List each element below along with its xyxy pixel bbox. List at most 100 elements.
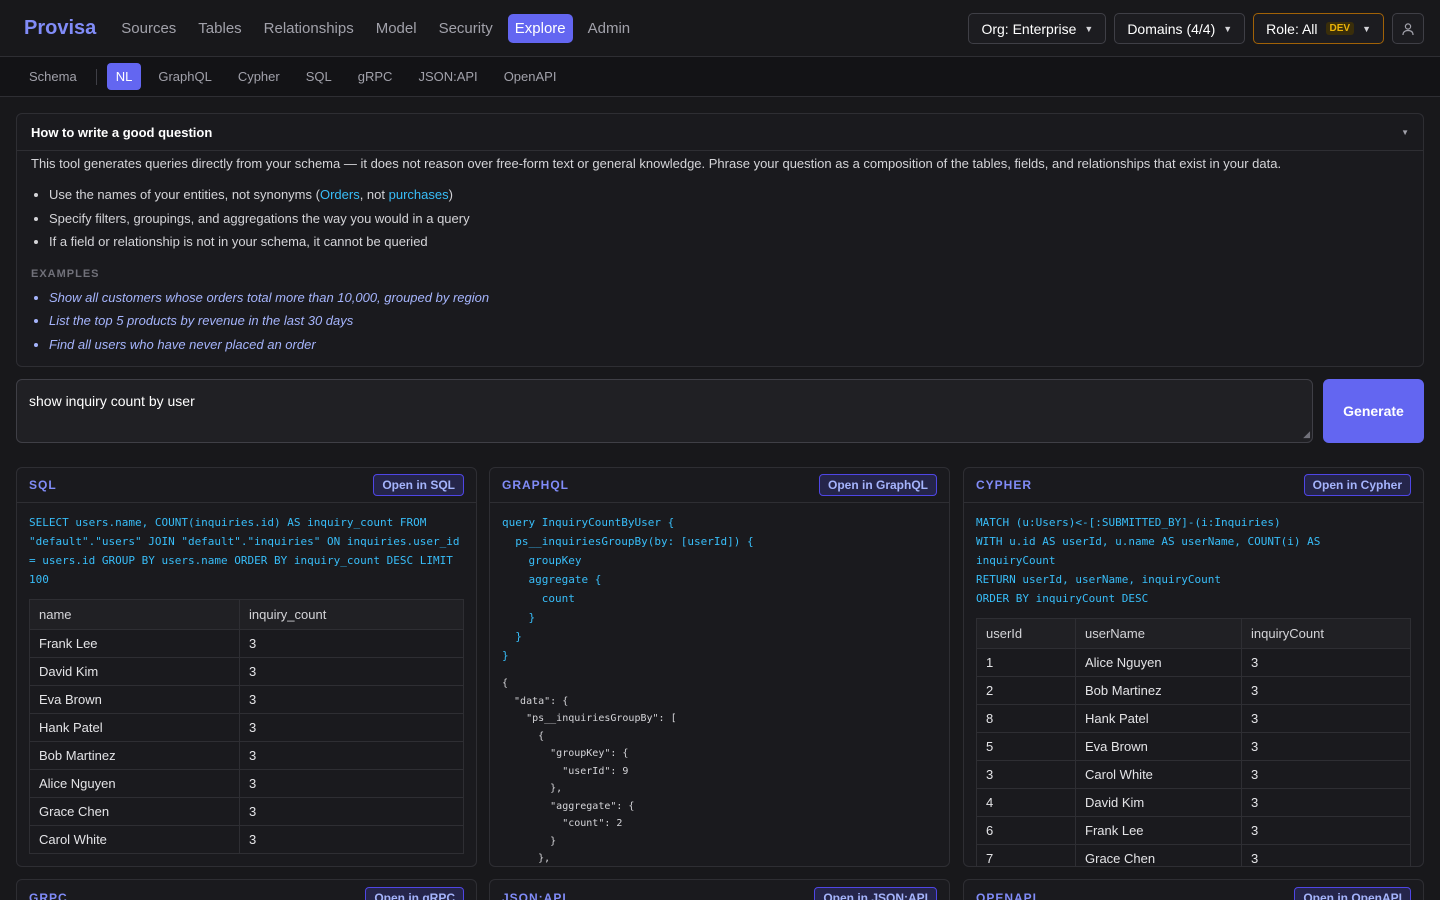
table-cell: 5 — [976, 732, 1076, 761]
open-in-graphql-button[interactable]: Open in GraphQL — [818, 474, 937, 496]
org-selector[interactable]: Org: Enterprise ▼ — [968, 13, 1107, 44]
table-cell: Carol White — [1075, 760, 1242, 789]
column-header: name — [29, 599, 240, 630]
orders-link[interactable]: Orders — [320, 187, 360, 202]
table-row: Eva Brown 3 — [29, 685, 464, 714]
table-row: 4 David Kim 3 — [976, 788, 1411, 817]
table-cell: 3 — [239, 629, 464, 658]
results-table-wrap[interactable]: name inquiry_count Frank Lee 3 David Kim 3 E… — [17, 589, 476, 854]
howto-body: This tool generates queries directly fro… — [17, 151, 1423, 356]
table-cell: Bob Martinez — [29, 741, 240, 770]
panel-header: OPENAPI Open in OpenAPI — [964, 880, 1423, 900]
open-in-openapi-button[interactable]: Open in OpenAPI — [1294, 886, 1411, 900]
table-cell: 6 — [976, 816, 1076, 845]
open-in-jsonapi-button[interactable]: Open in JSON:API — [814, 886, 937, 900]
nav-relationships[interactable]: Relationships — [257, 14, 361, 43]
jsonapi-panel: JSON:API Open in JSON:API — [489, 879, 950, 900]
panel-title: CYPHER — [976, 478, 1033, 492]
open-in-sql-button[interactable]: Open in SQL — [373, 474, 464, 496]
table-cell: 3 — [1241, 816, 1411, 845]
grpc-panel: GRPC Open in gRPC — [16, 879, 477, 900]
table-cell: 3 — [239, 769, 464, 798]
howto-header[interactable]: How to write a good question ▼ — [17, 114, 1423, 151]
panel-title: JSON:API — [502, 890, 567, 900]
table-cell: 3 — [239, 685, 464, 714]
top-navbar: Provisa Sources Tables Relationships Mod… — [0, 0, 1440, 57]
table-cell: Grace Chen — [1075, 844, 1242, 866]
tab-cypher[interactable]: Cypher — [229, 63, 289, 90]
example-item[interactable]: List the top 5 products by revenue in th… — [49, 309, 1409, 333]
nav-explore[interactable]: Explore — [507, 13, 573, 43]
nav-security[interactable]: Security — [432, 14, 500, 43]
column-header: inquiryCount — [1241, 618, 1411, 649]
table-header-row: userId userName inquiryCount — [976, 618, 1411, 649]
table-cell: 2 — [976, 676, 1076, 705]
table-cell: 3 — [1241, 788, 1411, 817]
sql-results-table: name inquiry_count Frank Lee 3 David Kim 3 E… — [29, 599, 464, 854]
sql-panel: SQL Open in SQL SELECT users.name, COUNT… — [16, 467, 477, 867]
table-row: 6 Frank Lee 3 — [976, 816, 1411, 845]
panel-header: GRPC Open in gRPC — [17, 880, 476, 900]
table-row: Bob Martinez 3 — [29, 741, 464, 770]
table-cell: 3 — [1241, 760, 1411, 789]
howto-title: How to write a good question — [31, 124, 213, 140]
tab-sql[interactable]: SQL — [297, 63, 341, 90]
question-input[interactable]: show inquiry count by user ◢ — [16, 379, 1313, 443]
table-cell: 3 — [239, 825, 464, 854]
panel-header: JSON:API Open in JSON:API — [490, 880, 949, 900]
nav-tables[interactable]: Tables — [191, 14, 248, 43]
tip-text: ) — [448, 187, 453, 202]
panel-title: SQL — [29, 478, 57, 492]
results-table-wrap[interactable]: userId userName inquiryCount 1 Alice Nguy… — [964, 608, 1423, 866]
graphql-panel: GRAPHQL Open in GraphQL query InquiryCou… — [489, 467, 950, 867]
table-cell: 1 — [976, 648, 1076, 677]
table-row: 8 Hank Patel 3 — [976, 704, 1411, 733]
nav-sources[interactable]: Sources — [114, 14, 183, 43]
panel-title: GRPC — [29, 890, 68, 900]
app-logo[interactable]: Provisa — [24, 17, 96, 40]
panel-header: SQL Open in SQL — [17, 468, 476, 503]
tab-grpc[interactable]: gRPC — [349, 63, 402, 90]
user-menu-button[interactable] — [1392, 13, 1424, 44]
chevron-down-icon[interactable]: ▼ — [1401, 128, 1409, 137]
org-label: Org: Enterprise — [981, 20, 1077, 37]
example-item[interactable]: Find all users who have never placed an … — [49, 333, 1409, 357]
purchases-link[interactable]: purchases — [389, 187, 449, 202]
chevron-down-icon: ▼ — [1362, 23, 1371, 34]
table-cell: Eva Brown — [1075, 732, 1242, 761]
table-cell: 3 — [239, 713, 464, 742]
cypher-panel: CYPHER Open in Cypher MATCH (u:Users)<-[… — [963, 467, 1424, 867]
sql-code: SELECT users.name, COUNT(inquiries.id) A… — [29, 516, 467, 586]
generate-button[interactable]: Generate — [1323, 379, 1424, 443]
table-cell: 8 — [976, 704, 1076, 733]
table-cell: 3 — [239, 657, 464, 686]
table-row: David Kim 3 — [29, 657, 464, 686]
query-language-tabs: Schema NL GraphQL Cypher SQL gRPC JSON:A… — [0, 57, 1440, 97]
open-in-grpc-button[interactable]: Open in gRPC — [365, 886, 464, 900]
graphql-code: query InquiryCountByUser { ps__inquiries… — [502, 516, 754, 662]
table-cell: 3 — [976, 760, 1076, 789]
tab-schema[interactable]: Schema — [20, 63, 86, 90]
tip-item: If a field or relationship is not in you… — [49, 230, 1409, 254]
role-label: Role: All — [1266, 20, 1318, 37]
table-row: 1 Alice Nguyen 3 — [976, 648, 1411, 677]
table-cell: 3 — [1241, 648, 1411, 677]
table-cell: 3 — [1241, 732, 1411, 761]
table-cell: 3 — [1241, 704, 1411, 733]
nav-admin[interactable]: Admin — [581, 14, 638, 43]
domains-selector[interactable]: Domains (4/4) ▼ — [1114, 13, 1246, 44]
tab-nl[interactable]: NL — [106, 63, 142, 90]
tab-jsonapi[interactable]: JSON:API — [409, 63, 486, 90]
table-cell: Bob Martinez — [1075, 676, 1242, 705]
tab-openapi[interactable]: OpenAPI — [495, 63, 566, 90]
table-row: Grace Chen 3 — [29, 797, 464, 826]
chevron-down-icon: ▼ — [1223, 23, 1233, 34]
resize-handle-icon[interactable]: ◢ — [1303, 429, 1310, 440]
examples-label: EXAMPLES — [31, 267, 100, 280]
tab-graphql[interactable]: GraphQL — [149, 63, 220, 90]
role-selector[interactable]: Role: All DEV ▼ — [1253, 13, 1384, 44]
domains-label: Domains (4/4) — [1127, 20, 1216, 37]
example-item[interactable]: Show all customers whose orders total mo… — [49, 286, 1409, 310]
open-in-cypher-button[interactable]: Open in Cypher — [1303, 474, 1411, 496]
nav-model[interactable]: Model — [369, 14, 424, 43]
